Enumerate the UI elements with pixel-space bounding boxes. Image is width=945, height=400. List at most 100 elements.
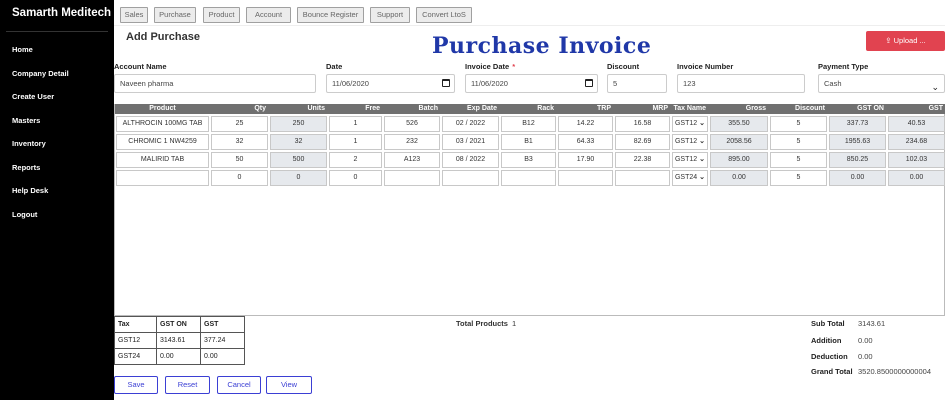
grid-cell-product[interactable]: ALTHROCIN 100MG TAB	[116, 116, 209, 132]
grid-cell-gst-on[interactable]: 0.00	[829, 170, 886, 186]
grid-cell-free[interactable]: 2	[329, 152, 382, 168]
grid-cell-qty[interactable]: 50	[211, 152, 268, 168]
grid-cell-discount[interactable]: 5	[770, 116, 827, 132]
grid-cell-mrp[interactable]: 82.69	[615, 134, 670, 150]
grid-cell-rack[interactable]: B3	[501, 152, 556, 168]
grid-cell-discount[interactable]: 5	[770, 152, 827, 168]
grid-cell-mrp[interactable]: 16.58	[615, 116, 670, 132]
save-button[interactable]: Save	[114, 376, 158, 394]
cancel-button[interactable]: Cancel	[217, 376, 261, 394]
grid-header-trp: TRP	[597, 105, 611, 112]
grid-cell-batch[interactable]	[384, 170, 440, 186]
chevron-down-icon: ⌄	[931, 82, 939, 92]
grid-cell-gross[interactable]: 0.00	[710, 170, 768, 186]
grid-cell-discount[interactable]: 5	[770, 134, 827, 150]
grid-cell-qty[interactable]: 32	[211, 134, 268, 150]
grid-cell-rack[interactable]: B12	[501, 116, 556, 132]
view-button[interactable]: View	[266, 376, 312, 394]
tab-support[interactable]: Support	[370, 7, 410, 23]
grid-cell-mrp[interactable]: 22.38	[615, 152, 670, 168]
grid-cell-trp[interactable]: 64.33	[558, 134, 613, 150]
grid-cell-qty[interactable]: 25	[211, 116, 268, 132]
grid-cell-trp[interactable]: 17.90	[558, 152, 613, 168]
grid-cell-qty[interactable]: 0	[211, 170, 268, 186]
tax-name-value: GST12	[674, 156, 698, 163]
grid-cell-tax-name[interactable]: GST12 ⌄	[672, 116, 708, 132]
grid-header-gst-on: GST ON	[857, 105, 884, 112]
sidebar-item-home[interactable]: Home	[0, 38, 114, 62]
account-name-input[interactable]: Naveen pharma	[114, 74, 316, 93]
calendar-icon[interactable]	[585, 79, 593, 87]
calendar-icon[interactable]	[442, 79, 450, 87]
tax-name-cell: GST12	[114, 332, 157, 349]
main-content: Sales Purchase Product Account Bounce Re…	[114, 0, 945, 400]
sidebar-item-create-user[interactable]: Create User	[0, 85, 114, 109]
grid-cell-tax-name[interactable]: GST12 ⌄	[672, 152, 708, 168]
tab-convert-ltos[interactable]: Convert LtoS	[416, 7, 472, 23]
date-label: Date	[326, 62, 343, 71]
grid-cell-batch[interactable]: 526	[384, 116, 440, 132]
grid-cell-free[interactable]: 1	[329, 116, 382, 132]
grid-cell-exp-date[interactable]: 02 / 2022	[442, 116, 499, 132]
upload-button[interactable]: ⇪ Upload ...	[866, 31, 945, 51]
grid-cell-units[interactable]: 32	[270, 134, 327, 150]
grid-cell-tax-name[interactable]: GST12 ⌄	[672, 134, 708, 150]
grid-cell-tax-name[interactable]: GST24 ⌄	[672, 170, 708, 186]
tab-sales[interactable]: Sales	[120, 7, 148, 23]
tab-account[interactable]: Account	[246, 7, 291, 23]
reset-button[interactable]: Reset	[165, 376, 210, 394]
grid-cell-gross[interactable]: 895.00	[710, 152, 768, 168]
grid-cell-product[interactable]: MALIRID TAB	[116, 152, 209, 168]
sidebar-item-masters[interactable]: Masters	[0, 109, 114, 133]
grid-cell-exp-date[interactable]: 08 / 2022	[442, 152, 499, 168]
grid-cell-rack[interactable]	[501, 170, 556, 186]
invoice-date-input[interactable]: 11/06/2020	[465, 74, 598, 93]
gst-col-header: GST	[200, 316, 245, 333]
grid-cell-free[interactable]: 1	[329, 134, 382, 150]
grid-cell-gst[interactable]: 40.53	[888, 116, 945, 132]
grid-cell-gst-on[interactable]: 337.73	[829, 116, 886, 132]
tab-product[interactable]: Product	[203, 7, 240, 23]
grid-cell-trp[interactable]: 14.22	[558, 116, 613, 132]
grid-cell-mrp[interactable]	[615, 170, 670, 186]
page-subtitle: Add Purchase	[126, 31, 200, 43]
sidebar-item-help-desk[interactable]: Help Desk	[0, 179, 114, 203]
grid-cell-discount[interactable]: 5	[770, 170, 827, 186]
grid-cell-units[interactable]: 500	[270, 152, 327, 168]
grid-cell-rack[interactable]: B1	[501, 134, 556, 150]
grid-cell-exp-date[interactable]: 03 / 2021	[442, 134, 499, 150]
grid-cell-units[interactable]: 250	[270, 116, 327, 132]
grid-cell-gst[interactable]: 0.00	[888, 170, 945, 186]
grid-cell-batch[interactable]: 232	[384, 134, 440, 150]
grid-cell-gst-on[interactable]: 850.25	[829, 152, 886, 168]
grid-cell-gst-on[interactable]: 1955.63	[829, 134, 886, 150]
grid-cell-product[interactable]	[116, 170, 209, 186]
sub-total-label: Sub Total	[811, 319, 845, 328]
tax-name-value: GST12	[674, 138, 698, 145]
sidebar-item-reports[interactable]: Reports	[0, 156, 114, 180]
grid-cell-batch[interactable]: A123	[384, 152, 440, 168]
payment-type-select[interactable]: Cash ⌄	[818, 74, 945, 93]
tab-bounce-register[interactable]: Bounce Register	[297, 7, 364, 23]
grid-cell-gross[interactable]: 2058.56	[710, 134, 768, 150]
discount-input[interactable]: 5	[607, 74, 667, 93]
grid-cell-gst[interactable]: 234.68	[888, 134, 945, 150]
invoice-number-input[interactable]: 123	[677, 74, 805, 93]
date-input[interactable]: 11/06/2020	[326, 74, 455, 93]
date-value: 11/06/2020	[332, 79, 369, 88]
sidebar-item-company-detail[interactable]: Company Detail	[0, 62, 114, 86]
grid-cell-free[interactable]: 0	[329, 170, 382, 186]
grid-cell-units[interactable]: 0	[270, 170, 327, 186]
gst-on-cell: 0.00	[156, 348, 201, 365]
grid-cell-exp-date[interactable]	[442, 170, 499, 186]
tab-purchase[interactable]: Purchase	[154, 7, 196, 23]
grid-header-rack: Rack	[537, 105, 554, 112]
gst-cell: 0.00	[200, 348, 245, 365]
grid-header-exp-date: Exp Date	[467, 105, 497, 112]
grid-cell-trp[interactable]	[558, 170, 613, 186]
grid-cell-product[interactable]: CHROMIC 1 NW4259	[116, 134, 209, 150]
sidebar-item-logout[interactable]: Logout	[0, 203, 114, 227]
sidebar-item-inventory[interactable]: Inventory	[0, 132, 114, 156]
grid-cell-gross[interactable]: 355.50	[710, 116, 768, 132]
grid-cell-gst[interactable]: 102.03	[888, 152, 945, 168]
